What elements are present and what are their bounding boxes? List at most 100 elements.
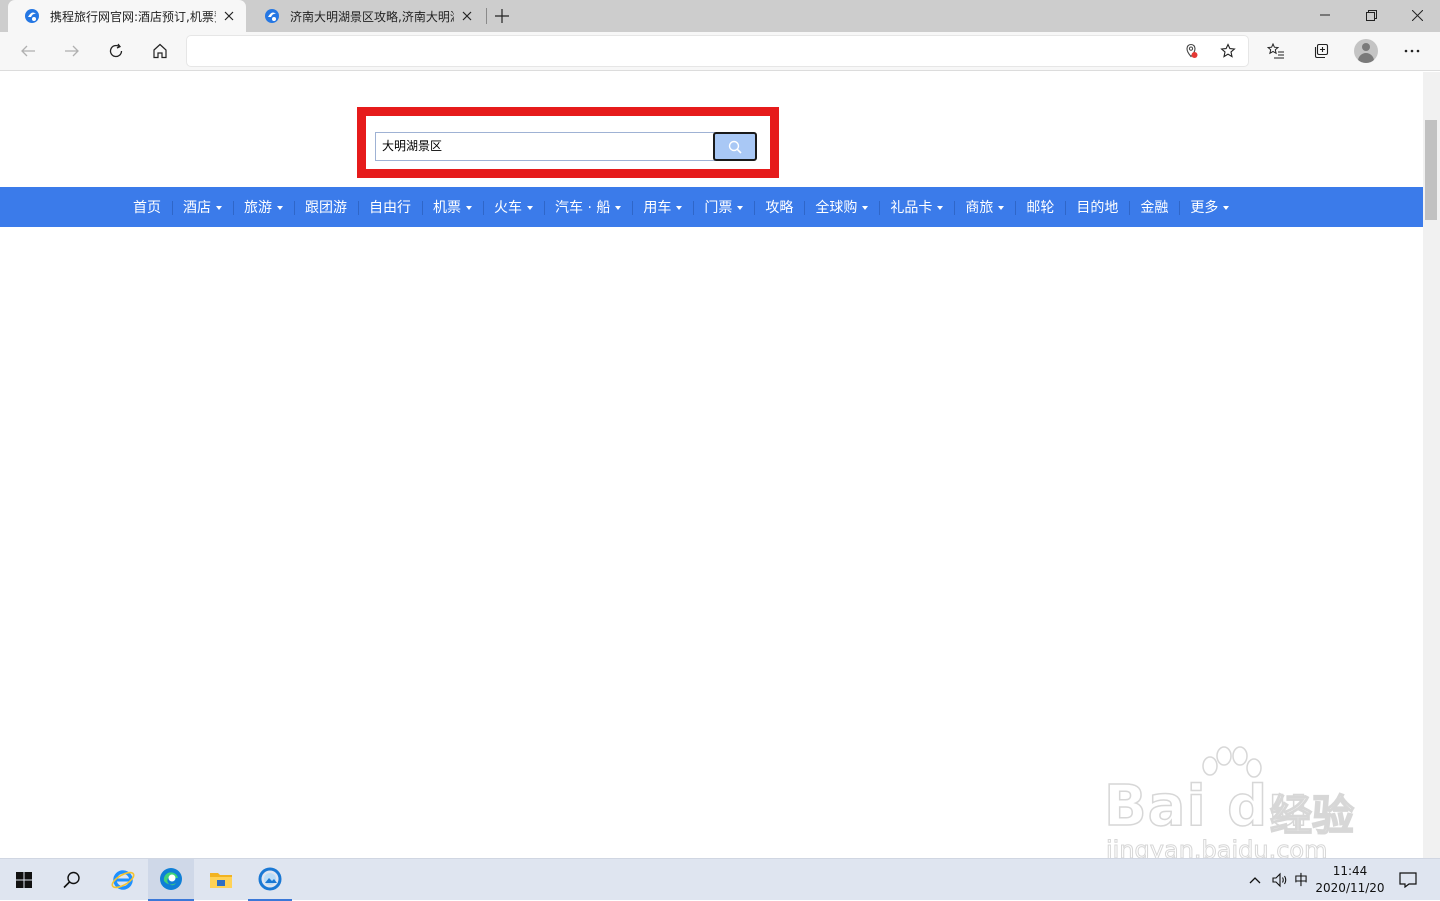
nav-item[interactable]: 跟团游: [294, 197, 358, 217]
taskbar-explorer-button[interactable]: [198, 859, 244, 901]
close-window-button[interactable]: [1394, 0, 1440, 30]
refresh-icon: [109, 43, 123, 58]
baidu-jingyan-watermark: Bai du 经验 jingyan.baidu.com: [1100, 744, 1400, 865]
tab-close-icon[interactable]: [458, 7, 476, 25]
nav-item[interactable]: 礼品卡: [879, 197, 954, 217]
clock-date: 2020/11/20: [1315, 881, 1385, 895]
ime-indicator[interactable]: 中: [1294, 859, 1308, 901]
forward-button[interactable]: [56, 36, 88, 66]
nav-item-label: 自由行: [369, 200, 411, 216]
nav-item[interactable]: 攻略: [754, 197, 804, 217]
tab-bar: 携程旅行网官网:酒店预订,机票预 济南大明湖景区攻略,济南大明湖: [0, 0, 1440, 32]
nav-item[interactable]: 用车: [632, 197, 693, 217]
plus-icon: [495, 9, 509, 23]
nav-item[interactable]: 旅游: [233, 197, 294, 217]
folder-icon: [210, 873, 232, 888]
nav-item[interactable]: 汽车 · 船: [544, 197, 632, 217]
tracking-prevention-icon[interactable]: [1181, 41, 1201, 61]
restore-button[interactable]: [1348, 0, 1394, 30]
clock-time: 11:44: [1332, 864, 1368, 878]
internet-explorer-icon: [111, 870, 135, 890]
scrollbar-thumb[interactable]: [1425, 120, 1437, 220]
caret-down-icon: [1223, 205, 1230, 210]
tab-daminghu-guide[interactable]: 济南大明湖景区攻略,济南大明湖: [248, 0, 484, 32]
nav-item-label: 金融: [1140, 200, 1169, 216]
caret-down-icon: [737, 205, 744, 210]
more-menu-button[interactable]: [1396, 36, 1428, 66]
search-input[interactable]: 大明湖景区: [375, 132, 715, 161]
back-button[interactable]: [12, 36, 44, 66]
caret-down-icon: [937, 205, 944, 210]
taskbar-search-button[interactable]: [48, 859, 96, 901]
volume-button[interactable]: [1268, 859, 1292, 901]
search-icon: [63, 871, 80, 889]
tab-separator: [486, 8, 487, 24]
caret-down-icon: [862, 205, 869, 210]
chevron-up-icon: [1249, 877, 1261, 884]
windows-taskbar: 中 11:44 2020/11/20: [0, 858, 1440, 901]
nav-item[interactable]: 门票: [693, 197, 754, 217]
caret-down-icon: [466, 205, 472, 210]
nav-item-label: 更多: [1190, 200, 1219, 216]
home-button[interactable]: [144, 36, 176, 66]
collections-icon: [1314, 43, 1329, 59]
search-button[interactable]: [713, 132, 757, 161]
taskbar-edge-button[interactable]: [148, 859, 194, 901]
nav-item[interactable]: 金融: [1129, 197, 1179, 217]
caret-down-icon: [527, 205, 533, 210]
profile-avatar[interactable]: [1354, 39, 1378, 63]
nav-item-label: 门票: [704, 200, 733, 216]
taskbar-ie-button[interactable]: [100, 859, 146, 901]
nav-item[interactable]: 全球购: [804, 197, 879, 217]
taskbar-app-button[interactable]: [248, 859, 292, 901]
restore-icon: [1365, 9, 1377, 21]
caret-down-icon: [615, 205, 622, 210]
favorites-list-icon: [1267, 43, 1284, 59]
nav-item[interactable]: 自由行: [358, 197, 422, 217]
minimize-button[interactable]: [1302, 0, 1348, 30]
nav-item-label: 首页: [133, 200, 161, 216]
favorites-button[interactable]: [1260, 36, 1292, 66]
page-content: 大明湖景区 首页 酒店 旅游 跟团游 自由行 机票 火车 汽车 · 船 用车 门票 攻略 全球购 礼品卡…: [0, 72, 1440, 865]
favorite-star-icon[interactable]: [1218, 41, 1238, 61]
tab-close-icon[interactable]: [220, 7, 238, 25]
tab-ctrip-home[interactable]: 携程旅行网官网:酒店预订,机票预: [8, 0, 246, 32]
nav-item-label: 用车: [643, 200, 672, 216]
nav-item[interactable]: 更多: [1179, 197, 1240, 217]
nav-item[interactable]: 目的地: [1065, 197, 1129, 217]
address-bar[interactable]: [187, 36, 1248, 66]
nav-item[interactable]: 邮轮: [1015, 197, 1065, 217]
speaker-icon: [1272, 872, 1287, 888]
tab-title: 携程旅行网官网:酒店预订,机票预: [50, 9, 216, 24]
ctrip-favicon-icon: [265, 9, 279, 23]
nav-item-label: 跟团游: [305, 200, 347, 216]
nav-item[interactable]: 火车: [483, 197, 544, 217]
nav-item[interactable]: 商旅: [954, 197, 1015, 217]
close-icon: [1411, 9, 1423, 21]
start-button[interactable]: [0, 859, 48, 901]
minimize-icon: [1320, 14, 1330, 16]
watermark-cn: 经验: [1269, 790, 1355, 841]
tray-overflow-button[interactable]: [1244, 859, 1266, 901]
tab-title: 济南大明湖景区攻略,济南大明湖: [290, 9, 454, 24]
caret-down-icon: [216, 205, 222, 210]
nav-item[interactable]: 机票: [422, 197, 483, 217]
nav-item[interactable]: 首页: [122, 197, 172, 217]
refresh-button[interactable]: [100, 36, 132, 66]
photos-icon: [258, 867, 282, 891]
nav-item[interactable]: 酒店: [172, 197, 233, 217]
caret-down-icon: [998, 205, 1005, 210]
taskbar-clock[interactable]: 11:44 2020/11/20: [1310, 863, 1390, 897]
arrow-right-icon: [65, 45, 79, 57]
collections-button[interactable]: [1305, 36, 1337, 66]
new-tab-button[interactable]: [490, 4, 514, 28]
action-center-button[interactable]: [1394, 859, 1422, 901]
ctrip-favicon-icon: [25, 9, 39, 23]
nav-item-label: 火车: [494, 200, 522, 216]
nav-item-label: 汽车 · 船: [555, 200, 611, 216]
nav-item-label: 机票: [433, 200, 461, 216]
nav-item-label: 全球购: [815, 200, 858, 216]
nav-item-label: 邮轮: [1026, 200, 1055, 216]
nav-item-label: 商旅: [965, 200, 994, 216]
caret-down-icon: [676, 205, 683, 210]
